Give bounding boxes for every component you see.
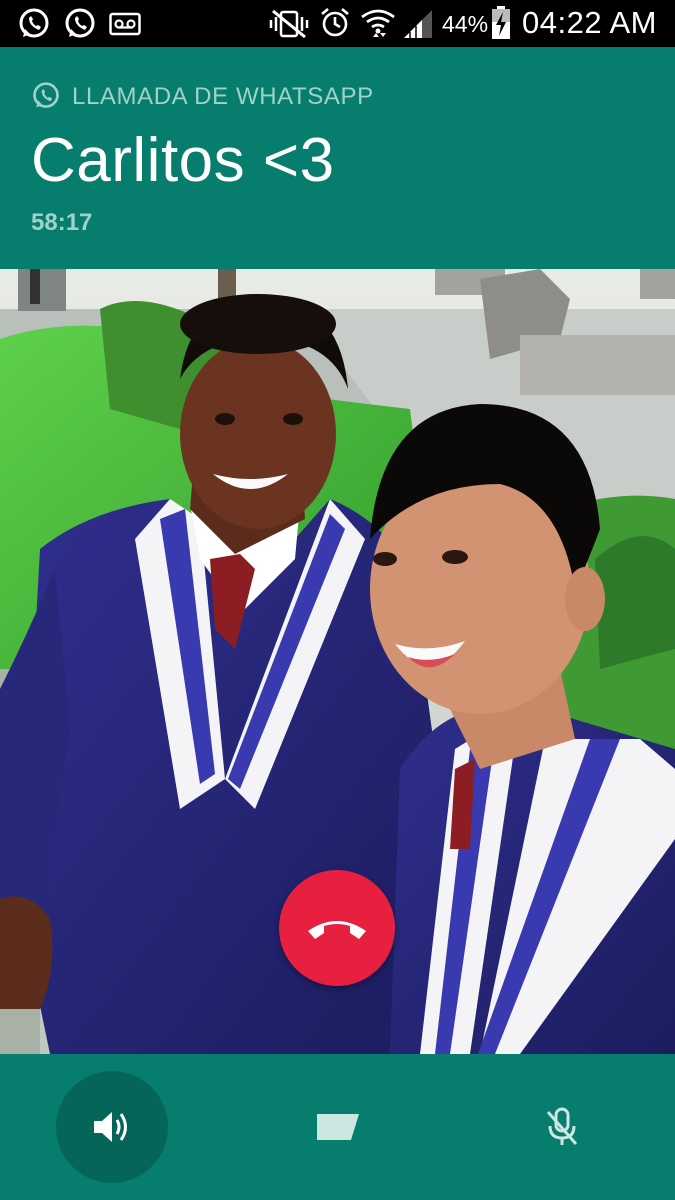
end-call-button[interactable]: [279, 870, 395, 986]
speaker-button[interactable]: [56, 1071, 168, 1183]
video-icon: [317, 1112, 359, 1142]
call-controls-bar: [0, 1054, 675, 1200]
whatsapp-notification-icon: [63, 7, 97, 46]
whatsapp-icon: [31, 81, 61, 116]
speaker-icon: [92, 1109, 132, 1145]
wifi-icon: [360, 6, 396, 45]
voicemail-icon: [109, 10, 141, 43]
contact-name: Carlitos <3: [31, 126, 335, 195]
mute-button[interactable]: [522, 1087, 602, 1167]
alarm-icon: [318, 6, 352, 45]
signal-icon: [402, 8, 434, 45]
vibrate-mute-icon: [267, 9, 311, 44]
status-bar-clock: 04:22 AM: [522, 5, 657, 40]
battery-charging-icon: [490, 5, 512, 46]
end-call-icon: [304, 913, 370, 943]
whatsapp-notification-icon: [17, 7, 51, 46]
call-duration: 58:17: [31, 209, 93, 236]
call-header: LLAMADA DE WHATSAPP Carlitos <3 58:17: [0, 47, 675, 269]
video-button[interactable]: [296, 1087, 380, 1167]
microphone-muted-icon: [545, 1107, 579, 1147]
battery-percent: 44%: [442, 11, 489, 37]
status-bar: 44% 04:22 AM: [0, 0, 675, 47]
call-type-label: LLAMADA DE WHATSAPP: [72, 83, 374, 110]
